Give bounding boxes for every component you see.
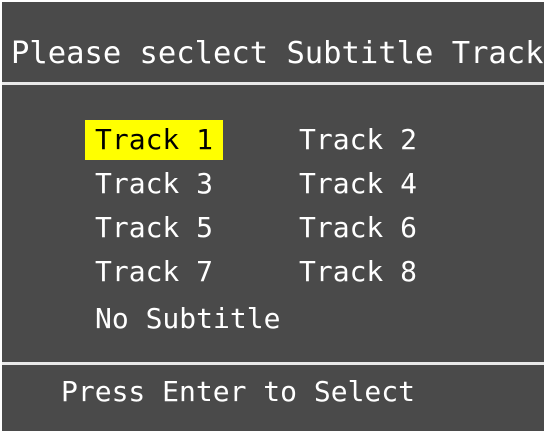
track-option-3[interactable]: Track 3 <box>85 164 223 204</box>
footer-hint: Press Enter to Select <box>61 375 416 408</box>
track-option-6[interactable]: Track 6 <box>289 208 427 248</box>
dialog-title: Please seclect Subtitle Track: <box>11 36 544 71</box>
track-option-2[interactable]: Track 2 <box>289 120 427 160</box>
track-option-5[interactable]: Track 5 <box>85 208 223 248</box>
top-divider <box>2 82 544 85</box>
track-option-1[interactable]: Track 1 <box>85 120 224 160</box>
bottom-divider <box>2 362 544 365</box>
no-subtitle-option[interactable]: No Subtitle <box>85 299 290 339</box>
track-option-8[interactable]: Track 8 <box>289 252 427 292</box>
track-option-4[interactable]: Track 4 <box>289 164 427 204</box>
track-option-7[interactable]: Track 7 <box>85 252 223 292</box>
subtitle-track-dialog: Please seclect Subtitle Track: Track 1 T… <box>2 2 544 431</box>
